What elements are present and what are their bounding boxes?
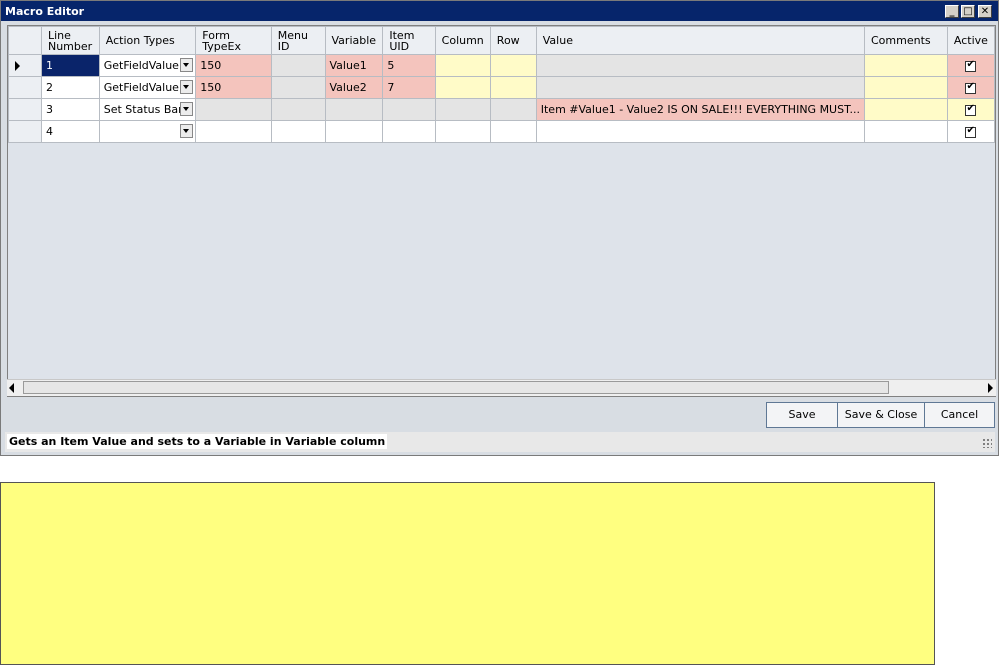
comments-cell[interactable] <box>864 98 948 121</box>
comments-cell[interactable] <box>864 76 948 99</box>
variable-cell[interactable] <box>324 120 384 143</box>
row-selector-header[interactable] <box>8 26 42 55</box>
value-cell[interactable]: Item #Value1 - Value2 IS ON SALE!!! EVER… <box>535 98 866 121</box>
item-uid-cell[interactable] <box>382 98 436 121</box>
action-type-value: GetFieldValue <box>103 59 179 72</box>
action-type-value: Set Status Bar <box>103 103 183 116</box>
column-header-item-uid[interactable]: Item UID <box>382 26 436 55</box>
window-title: Macro Editor <box>5 5 85 18</box>
line-number-cell[interactable]: 1 <box>40 54 100 77</box>
value-cell[interactable] <box>535 54 866 77</box>
dropdown-arrow-icon[interactable] <box>180 124 194 138</box>
column-header-value[interactable]: Value <box>535 26 866 55</box>
active-cell[interactable] <box>946 120 995 143</box>
row-cell[interactable] <box>489 76 537 99</box>
column-header-active[interactable]: Active <box>946 26 995 55</box>
item-uid-cell[interactable]: 5 <box>382 54 436 77</box>
value-cell[interactable] <box>535 76 866 99</box>
column-cell[interactable] <box>434 54 491 77</box>
active-checkbox[interactable] <box>965 81 977 94</box>
column-header-column[interactable]: Column <box>434 26 491 55</box>
menu-id-cell[interactable] <box>270 54 326 77</box>
row-selector[interactable] <box>8 98 42 121</box>
dropdown-arrow-icon[interactable] <box>180 102 194 116</box>
column-cell[interactable] <box>434 120 491 143</box>
table-row[interactable]: 4 <box>8 120 995 143</box>
row-cell[interactable] <box>489 98 537 121</box>
comments-cell[interactable] <box>864 120 948 143</box>
action-type-dropdown[interactable]: Set Status Bar <box>98 98 197 121</box>
status-bar: Gets an Item Value and sets to a Variabl… <box>5 432 995 452</box>
action-type-dropdown[interactable] <box>98 120 197 143</box>
row-selector[interactable] <box>8 76 42 99</box>
column-header-form-typeex[interactable]: Form TypeEx <box>195 26 272 55</box>
row-selector[interactable] <box>8 54 42 77</box>
save-button[interactable]: Save <box>766 402 838 428</box>
comments-cell[interactable] <box>864 54 948 77</box>
active-cell[interactable] <box>946 98 995 121</box>
item-uid-cell[interactable]: 7 <box>382 76 436 99</box>
scrollbar-thumb[interactable] <box>23 381 889 394</box>
table-row[interactable]: 1 GetFieldValue 150 Value1 5 <box>8 54 995 77</box>
row-cell[interactable] <box>489 54 537 77</box>
status-text: Gets an Item Value and sets to a Variabl… <box>7 434 388 449</box>
variable-cell[interactable]: Value2 <box>324 76 384 99</box>
menu-id-cell[interactable] <box>270 120 326 143</box>
variable-cell[interactable]: Value1 <box>324 54 384 77</box>
line-number-cell[interactable]: 3 <box>40 98 100 121</box>
line-number-cell[interactable]: 4 <box>40 120 100 143</box>
close-button[interactable]: ✕ <box>978 5 992 18</box>
table-row[interactable]: 3 Set Status Bar Item #Value1 - Value2 I… <box>8 98 995 121</box>
column-header-menu-id[interactable]: Menu ID <box>270 26 326 55</box>
column-header-row[interactable]: Row <box>489 26 537 55</box>
column-header-variable[interactable]: Variable <box>324 26 384 55</box>
scroll-left-arrow-icon[interactable] <box>9 383 14 393</box>
form-typeex-cell[interactable] <box>195 98 272 121</box>
line-number-cell[interactable]: 2 <box>40 76 100 99</box>
yellow-panel <box>0 482 935 665</box>
header-row: Line Number Action Types Form TypeEx Men… <box>8 26 995 55</box>
variable-cell[interactable] <box>324 98 384 121</box>
macro-table: Line Number Action Types Form TypeEx Men… <box>8 26 995 143</box>
horizontal-scrollbar[interactable] <box>7 379 996 396</box>
scroll-right-arrow-icon[interactable] <box>988 383 993 393</box>
column-header-line-number[interactable]: Line Number <box>40 26 100 55</box>
save-and-close-button[interactable]: Save & Close <box>837 402 925 428</box>
form-typeex-cell[interactable] <box>195 120 272 143</box>
row-cell[interactable] <box>489 120 537 143</box>
value-cell[interactable] <box>535 120 866 143</box>
table-row[interactable]: 2 GetFieldValue 150 Value2 7 <box>8 76 995 99</box>
active-checkbox[interactable] <box>965 103 977 116</box>
title-bar[interactable]: Macro Editor _ □ ✕ <box>1 1 998 21</box>
action-type-dropdown[interactable]: GetFieldValue <box>98 54 197 77</box>
column-header-action-types[interactable]: Action Types <box>98 26 197 55</box>
item-uid-cell[interactable] <box>382 120 436 143</box>
dropdown-arrow-icon[interactable] <box>180 80 194 94</box>
column-header-comments[interactable]: Comments <box>864 26 948 55</box>
column-cell[interactable] <box>434 98 491 121</box>
cancel-button[interactable]: Cancel <box>924 402 995 428</box>
menu-id-cell[interactable] <box>270 76 326 99</box>
active-cell[interactable] <box>946 54 995 77</box>
row-selector[interactable] <box>8 120 42 143</box>
macro-editor-window: Macro Editor _ □ ✕ Line Number Action Ty… <box>0 0 999 456</box>
resize-grip-icon[interactable] <box>982 438 992 448</box>
action-type-dropdown[interactable]: GetFieldValue <box>98 76 197 99</box>
column-cell[interactable] <box>434 76 491 99</box>
action-type-value: GetFieldValue <box>103 81 179 94</box>
macro-grid[interactable]: Line Number Action Types Form TypeEx Men… <box>7 25 996 397</box>
menu-id-cell[interactable] <box>270 98 326 121</box>
active-checkbox[interactable] <box>965 59 977 72</box>
active-cell[interactable] <box>946 76 995 99</box>
dropdown-arrow-icon[interactable] <box>180 58 194 72</box>
form-typeex-cell[interactable]: 150 <box>195 76 272 99</box>
minimize-button[interactable]: _ <box>945 5 959 18</box>
maximize-button[interactable]: □ <box>961 5 975 18</box>
active-checkbox[interactable] <box>965 125 977 138</box>
current-row-arrow-icon <box>15 61 20 71</box>
form-typeex-cell[interactable]: 150 <box>195 54 272 77</box>
